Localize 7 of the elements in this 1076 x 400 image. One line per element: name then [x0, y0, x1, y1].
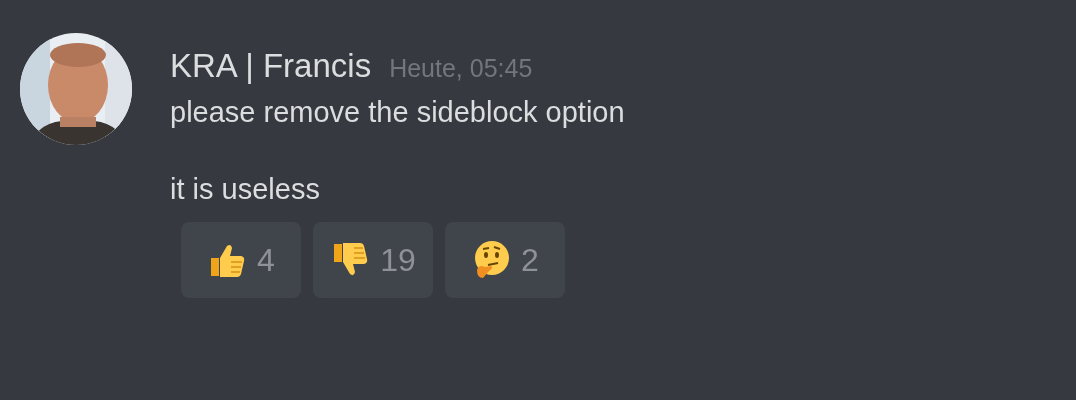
- reaction-button[interactable]: 2: [445, 222, 565, 298]
- author-name[interactable]: KRA | Francis: [170, 47, 372, 85]
- reaction-button[interactable]: 19: [313, 222, 433, 298]
- reaction-button[interactable]: 4: [181, 222, 301, 298]
- message-text: please remove the sideblock option: [170, 95, 625, 130]
- timestamp: Heute, 05:45: [389, 54, 533, 83]
- message-text: it is useless: [170, 172, 321, 207]
